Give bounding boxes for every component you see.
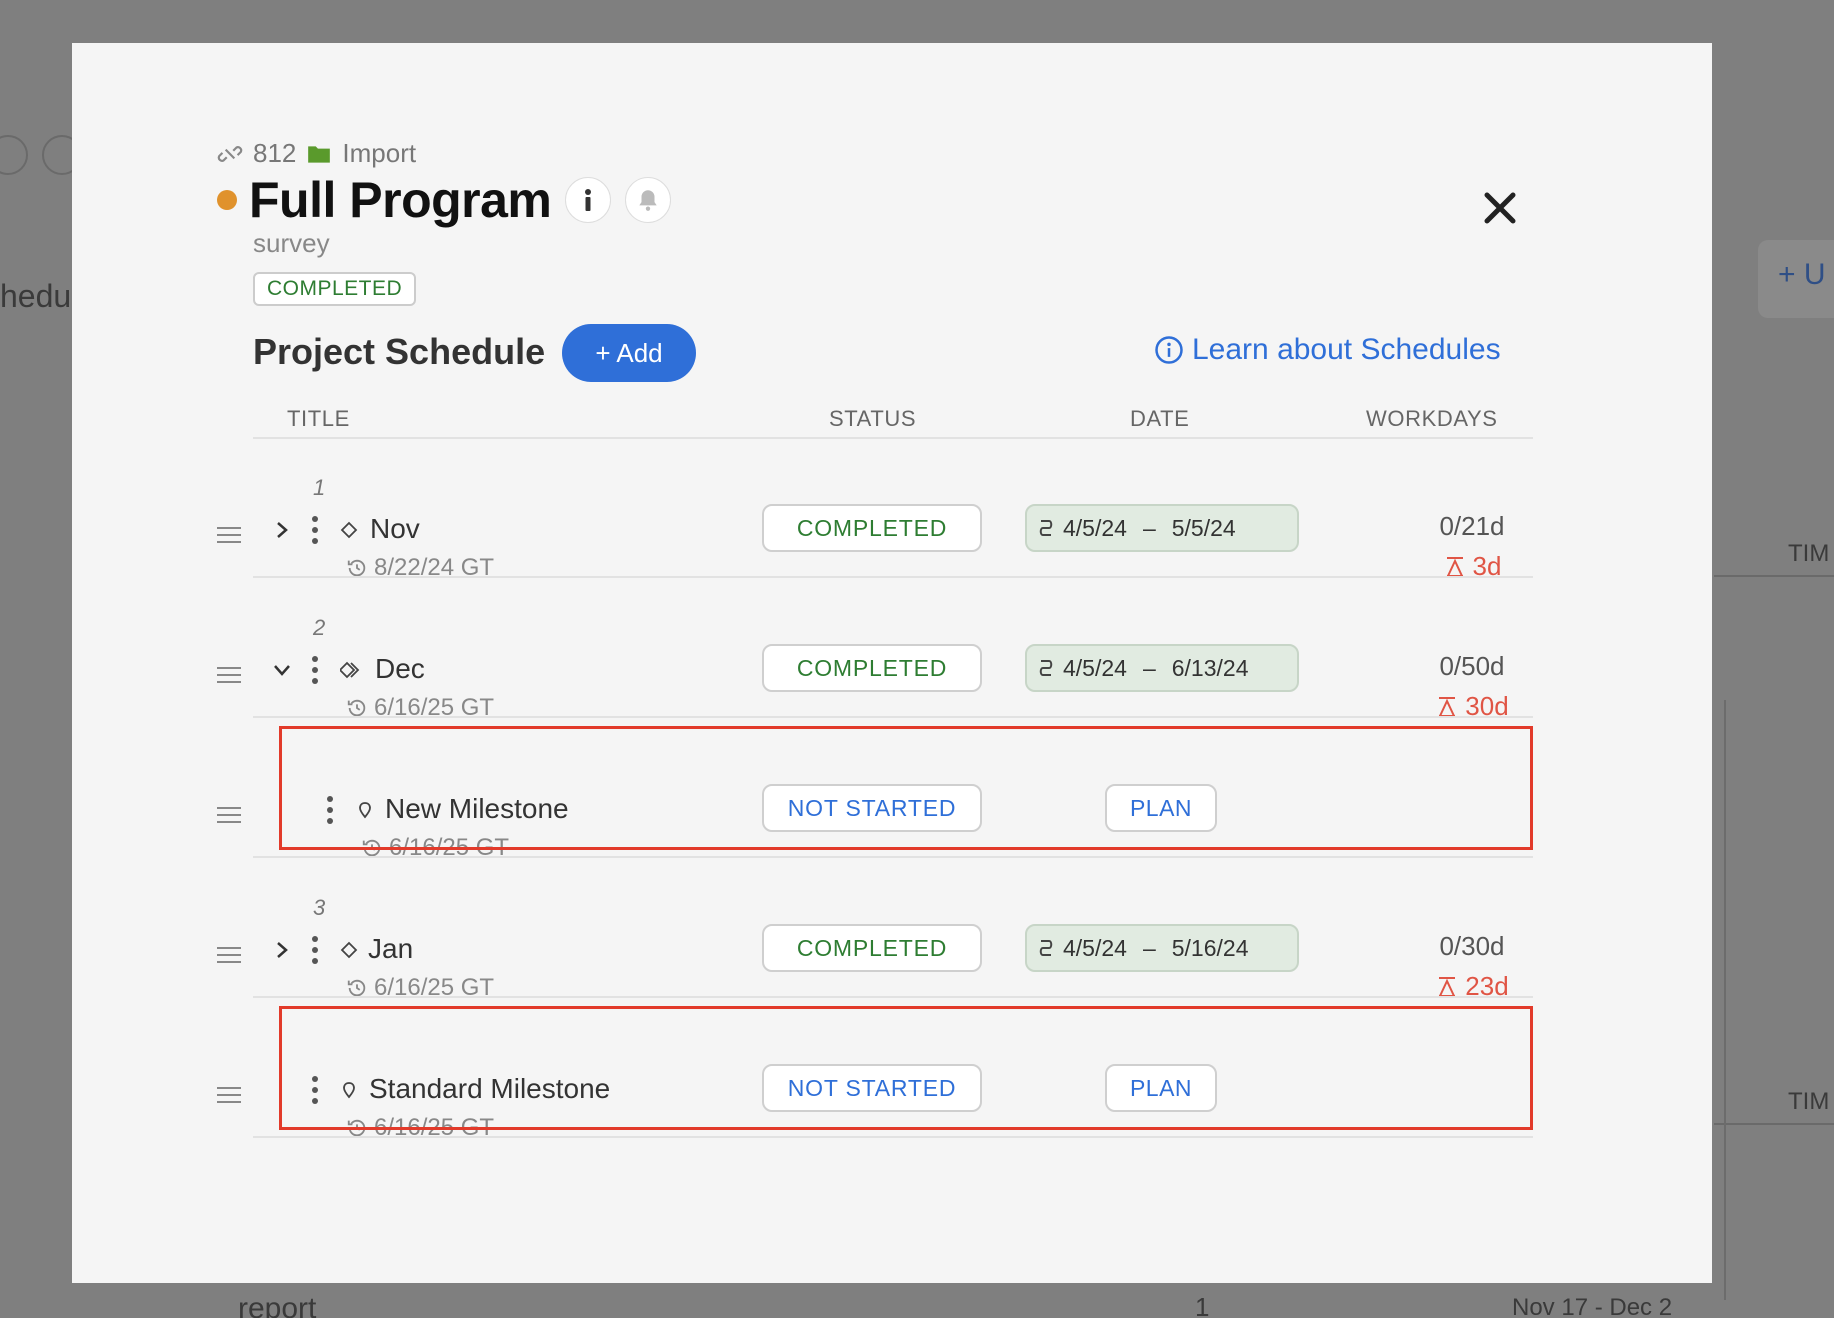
table-row: 2 Dec 6/16/25 GT COMPLETED 4/5/24 – 6/13… bbox=[72, 601, 1712, 741]
info-circle-icon bbox=[1155, 336, 1183, 364]
date-end: 5/5/24 bbox=[1171, 514, 1236, 541]
drag-handle[interactable] bbox=[217, 667, 241, 688]
item-id: 812 bbox=[253, 138, 297, 168]
column-label: TIM bbox=[1788, 540, 1830, 567]
date-start: 4/5/24 bbox=[1063, 514, 1127, 541]
col-header-date: DATE bbox=[1130, 406, 1190, 431]
bg-date-range: Nov 17 - Dec 2 bbox=[1512, 1294, 1673, 1318]
folder-name[interactable]: Import bbox=[342, 138, 416, 169]
row-workdays: 0/50d bbox=[1439, 651, 1505, 681]
column-divider bbox=[1714, 1123, 1834, 1125]
date-separator: – bbox=[1142, 514, 1156, 541]
row-workdays: 0/21d bbox=[1439, 511, 1505, 541]
subtitle: survey bbox=[253, 228, 330, 258]
row-date-range[interactable]: 4/5/24 – 6/13/24 bbox=[1025, 644, 1299, 692]
divider bbox=[253, 716, 1533, 718]
row-status[interactable]: COMPLETED bbox=[762, 924, 982, 972]
title-row: Full Program bbox=[217, 171, 672, 229]
drag-handle[interactable] bbox=[217, 807, 241, 828]
divider bbox=[253, 437, 1533, 439]
row-title[interactable]: Nov bbox=[370, 513, 420, 545]
row-menu-button[interactable] bbox=[312, 656, 320, 689]
close-icon bbox=[1484, 192, 1516, 224]
divider bbox=[253, 1136, 1533, 1138]
row-status[interactable]: COMPLETED bbox=[762, 504, 982, 552]
notify-button[interactable] bbox=[625, 177, 672, 223]
section-title: Project Schedule bbox=[253, 331, 546, 372]
row-number: 1 bbox=[313, 475, 326, 500]
row-title[interactable]: Dec bbox=[375, 653, 425, 685]
close-button[interactable] bbox=[1472, 180, 1528, 236]
info-icon bbox=[585, 189, 592, 211]
date-end: 6/13/24 bbox=[1171, 654, 1249, 681]
date-end: 5/16/24 bbox=[1171, 934, 1249, 961]
highlight-box bbox=[279, 726, 1533, 850]
row-status[interactable]: COMPLETED bbox=[762, 644, 982, 692]
milestone-diamond-icon bbox=[340, 521, 358, 539]
dependency-icon bbox=[1039, 660, 1053, 676]
learn-about-schedules-link[interactable]: Learn about Schedules bbox=[1154, 333, 1501, 367]
col-header-title: TITLE bbox=[287, 406, 350, 431]
hourglass-icon bbox=[1445, 556, 1464, 577]
drag-handle[interactable] bbox=[217, 1087, 241, 1108]
milestone-group-icon bbox=[340, 661, 360, 679]
row-title[interactable]: Jan bbox=[368, 933, 413, 965]
column-divider bbox=[1714, 575, 1834, 577]
table-row: 3 Jan 6/16/25 GT COMPLETED 4/5/24 – 5/16… bbox=[72, 881, 1712, 1021]
row-date-range[interactable]: 4/5/24 – 5/16/24 bbox=[1025, 924, 1299, 972]
learn-link-label: Learn about Schedules bbox=[1192, 333, 1501, 366]
date-start: 4/5/24 bbox=[1063, 934, 1127, 961]
folder-icon bbox=[308, 145, 331, 163]
status-badge[interactable]: COMPLETED bbox=[253, 272, 417, 306]
highlight-box bbox=[279, 1006, 1533, 1130]
dependency-icon bbox=[1039, 940, 1053, 956]
hourglass-icon bbox=[1438, 976, 1456, 997]
divider bbox=[253, 856, 1533, 858]
row-menu-button[interactable] bbox=[312, 516, 320, 549]
grid-line bbox=[1724, 700, 1726, 1300]
breadcrumb: 812 Import bbox=[217, 138, 416, 169]
row-number: 3 bbox=[313, 895, 326, 920]
chevron-right-icon[interactable] bbox=[271, 519, 293, 541]
drag-handle[interactable] bbox=[217, 527, 241, 548]
row-date-range[interactable]: 4/5/24 – 5/5/24 bbox=[1025, 504, 1299, 552]
table-row: 1 Nov 8/22/24 GT COMPLETED 4/5/24 – 5/5/… bbox=[72, 461, 1712, 601]
bell-icon bbox=[0, 135, 28, 175]
column-label: TIM bbox=[1788, 1088, 1830, 1115]
divider bbox=[253, 996, 1533, 998]
col-header-status: STATUS bbox=[829, 406, 917, 431]
date-start: 4/5/24 bbox=[1063, 654, 1127, 681]
page-title: Full Program bbox=[249, 172, 552, 228]
add-schedule-button[interactable]: + Add bbox=[562, 324, 696, 382]
dependency-icon bbox=[1039, 520, 1053, 536]
chevron-right-icon[interactable] bbox=[271, 939, 293, 961]
hourglass-icon bbox=[1438, 696, 1456, 717]
row-menu-button[interactable] bbox=[312, 936, 320, 969]
unlink-icon[interactable] bbox=[217, 141, 243, 167]
divider bbox=[253, 576, 1533, 578]
drag-handle[interactable] bbox=[217, 947, 241, 968]
schedule-modal: 812 Import Full Program survey COMPLETED… bbox=[72, 43, 1712, 1283]
schedule-tab-partial: hedu bbox=[0, 278, 72, 314]
row-workdays: 0/30d bbox=[1439, 931, 1505, 961]
row-number: 2 bbox=[313, 615, 326, 640]
col-header-workdays: WORKDAYS bbox=[1366, 406, 1498, 431]
status-dot bbox=[217, 190, 237, 210]
bg-row-title: report bbox=[238, 1292, 317, 1318]
add-button-partial: + U bbox=[1758, 240, 1834, 318]
bell-icon bbox=[639, 190, 658, 211]
bg-comment-count: 1 bbox=[1195, 1292, 1210, 1318]
milestone-diamond-icon bbox=[340, 941, 358, 959]
chevron-down-icon[interactable] bbox=[271, 659, 293, 681]
date-separator: – bbox=[1142, 934, 1156, 961]
date-separator: – bbox=[1142, 654, 1156, 681]
info-button[interactable] bbox=[565, 177, 612, 223]
